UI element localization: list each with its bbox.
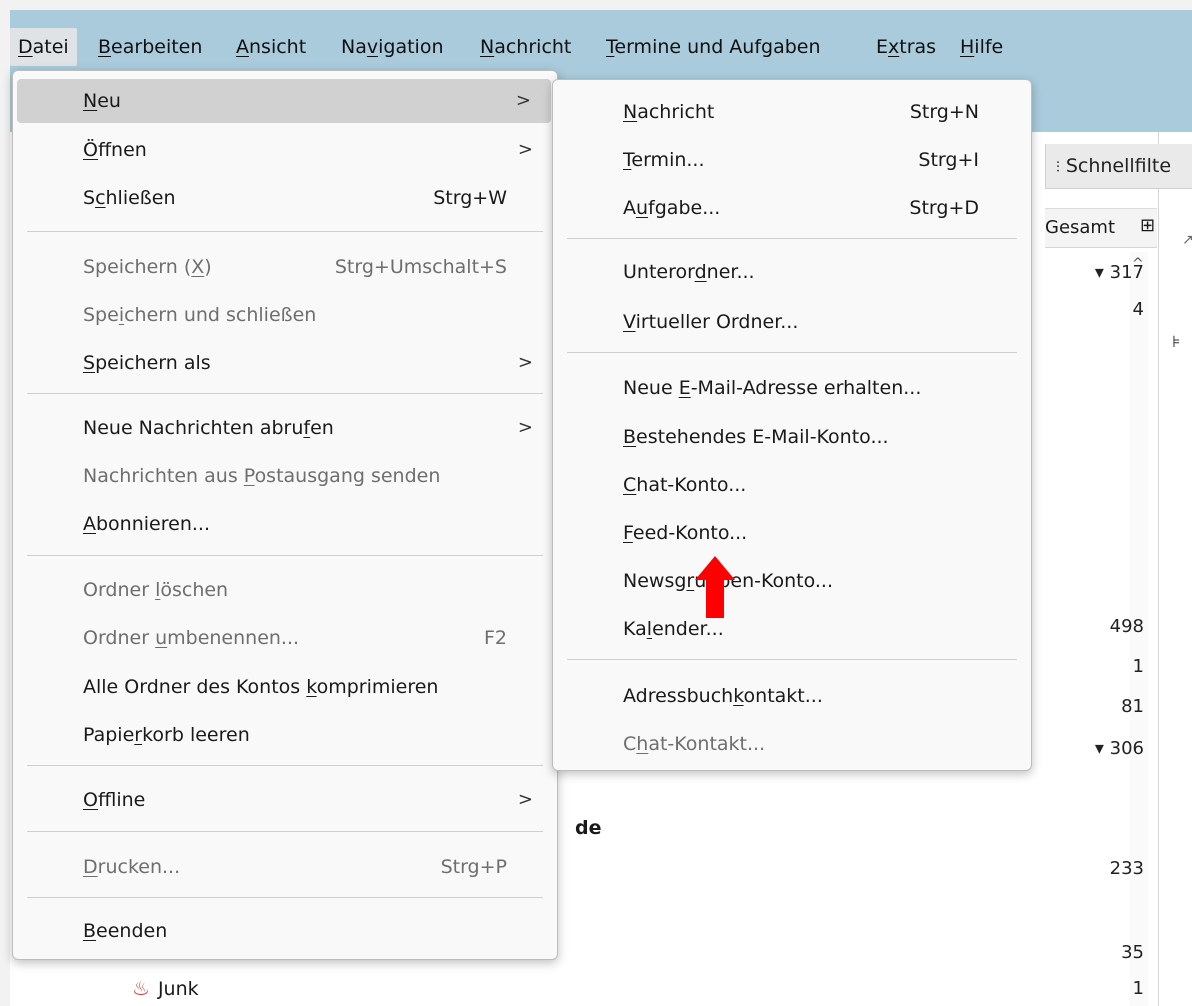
folder-count: 35 <box>1121 942 1144 963</box>
junk-flame-icon: ♨ <box>132 976 150 1000</box>
menuitem-new-email-adresse[interactable]: Neue E-Mail-Adresse erhalten... <box>553 366 1031 410</box>
menuitem-ordner-umbenennen[interactable]: Ordner umbenennen... F2 <box>13 616 557 660</box>
menu-ansicht[interactable]: Ansicht <box>236 32 306 70</box>
menuitem-new-feed-konto[interactable]: Feed-Konto... <box>553 511 1031 555</box>
menu-separator <box>27 831 543 832</box>
menuitem-new-virtueller-ordner[interactable]: Virtueller Ordner... <box>553 300 1031 344</box>
folder-count: 81 <box>1121 696 1144 717</box>
quickfilter-button[interactable]: ⫶ Schnellfilte <box>1045 144 1192 189</box>
menuitem-papierkorb-leeren[interactable]: Papierkorb leeren <box>13 713 557 757</box>
chevron-right-icon: > <box>517 139 533 160</box>
menu-termine-und-aufgaben[interactable]: Termine und Aufgaben <box>606 32 821 70</box>
chevron-right-icon: > <box>515 90 531 111</box>
folder-name-partial: de <box>575 817 602 839</box>
menu-extras[interactable]: Extras <box>876 32 936 70</box>
menu-separator <box>27 393 543 394</box>
menuitem-new-chat-kontakt[interactable]: Chat-Kontakt... <box>553 722 1031 766</box>
menuitem-beenden[interactable]: Beenden <box>13 909 557 953</box>
menu-datei[interactable]: Datei <box>10 28 77 66</box>
folder-junk[interactable]: ♨ Junk <box>132 976 199 1004</box>
folder-count: ▾ 306 <box>1094 738 1144 759</box>
message-pane <box>1158 132 1192 1006</box>
menuitem-drucken[interactable]: Drucken... Strg+P <box>13 845 557 889</box>
thread-icon[interactable]: ⊧ <box>1172 332 1180 351</box>
menu-hilfe[interactable]: Hilfe <box>960 32 1003 70</box>
folder-count: 1 <box>1132 656 1144 677</box>
menuitem-offline[interactable]: Offline > <box>13 778 557 822</box>
chevron-right-icon: > <box>517 789 533 810</box>
filter-sliders-icon: ⫶ <box>1056 158 1060 176</box>
red-up-arrow-annotation <box>695 556 735 618</box>
menu-nachricht[interactable]: Nachricht <box>480 32 571 70</box>
menu-separator <box>567 659 1017 660</box>
chevron-right-icon: > <box>517 417 533 438</box>
column-header-total[interactable]: Gesamt ⊞ <box>1045 208 1157 248</box>
menu-navigation[interactable]: Navigation <box>341 32 444 70</box>
folder-count: 498 <box>1109 616 1144 637</box>
menu-separator <box>27 765 543 766</box>
window-frame-top <box>0 0 1192 10</box>
menuitem-new-newsgruppen-konto[interactable]: Newsgruppen-Konto... <box>553 559 1031 603</box>
folder-count: 233 <box>1109 858 1144 879</box>
new-submenu: Nachricht Strg+N Termin... Strg+I Aufgab… <box>552 79 1032 771</box>
menu-separator <box>27 231 543 232</box>
menuitem-postausgang-senden[interactable]: Nachrichten aus Postausgang senden <box>13 454 557 498</box>
menuitem-nachrichten-abrufen[interactable]: Neue Nachrichten abrufen > <box>13 406 557 450</box>
menu-separator <box>27 555 543 556</box>
menu-separator <box>27 897 543 898</box>
menuitem-speichern-und-schliessen[interactable]: Speichern und schließen <box>13 293 557 337</box>
menuitem-new-kalender[interactable]: Kalender... <box>553 607 1031 651</box>
window-frame-left <box>0 0 10 1006</box>
menuitem-new-adressbuchkontakt[interactable]: Adressbuchkontakt... <box>553 674 1031 718</box>
menu-separator <box>567 352 1017 353</box>
menuitem-new-nachricht[interactable]: Nachricht Strg+N <box>553 90 1031 134</box>
folder-count: 1 <box>1132 978 1144 999</box>
menuitem-speichern[interactable]: Speichern (X) Strg+Umschalt+S <box>13 245 557 289</box>
menuitem-ordner-loeschen[interactable]: Ordner löschen <box>13 568 557 612</box>
menuitem-abonnieren[interactable]: Abonnieren... <box>13 502 557 546</box>
folder-count: ▾ 317 <box>1094 262 1144 283</box>
chevron-right-icon: > <box>517 352 533 373</box>
menu-separator <box>567 238 1017 239</box>
folder-count: 4 <box>1132 299 1144 320</box>
file-menu: Neu > Öffnen > Schließen Strg+W Speicher… <box>12 70 558 960</box>
menuitem-oeffnen[interactable]: Öffnen > <box>13 128 557 172</box>
sort-icon[interactable]: ↗ <box>1182 232 1192 248</box>
menu-bearbeiten[interactable]: Bearbeiten <box>98 32 202 70</box>
column-picker-icon[interactable]: ⊞ <box>1140 215 1155 236</box>
menuitem-komprimieren[interactable]: Alle Ordner des Kontos komprimieren <box>13 665 557 709</box>
menuitem-speichern-als[interactable]: Speichern als > <box>13 341 557 385</box>
menuitem-schliessen[interactable]: Schließen Strg+W <box>13 176 557 220</box>
menuitem-new-bestehendes-konto[interactable]: Bestehendes E-Mail-Konto... <box>553 415 1031 459</box>
menuitem-new-chat-konto[interactable]: Chat-Konto... <box>553 463 1031 507</box>
menuitem-new-aufgabe[interactable]: Aufgabe... Strg+D <box>553 186 1031 230</box>
menuitem-new-termin[interactable]: Termin... Strg+I <box>553 138 1031 182</box>
menuitem-new-unterordner[interactable]: Unterordner... <box>553 250 1031 294</box>
menuitem-neu[interactable]: Neu > <box>17 79 551 123</box>
